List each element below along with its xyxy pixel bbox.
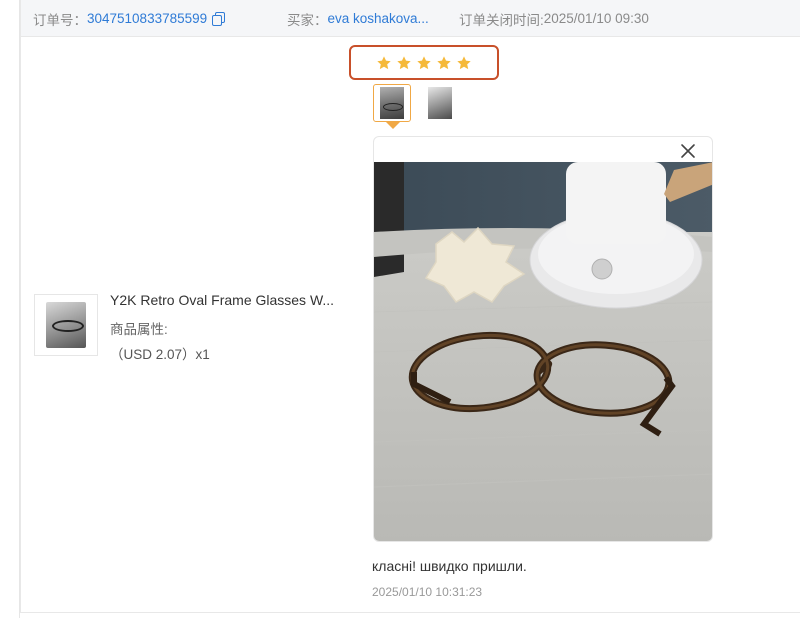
- close-time-value: 2025/01/10 09:30: [543, 11, 649, 26]
- copy-icon[interactable]: [212, 12, 226, 26]
- close-icon[interactable]: [678, 141, 698, 161]
- star-icon: [397, 55, 411, 69]
- left-rail: [0, 0, 20, 618]
- product-image: [46, 302, 86, 348]
- product-price: （USD 2.07）x1: [110, 347, 210, 362]
- star-icon: [377, 55, 391, 69]
- order-number-label: 订单号：: [33, 12, 87, 28]
- review-image-thumb-2[interactable]: [421, 84, 459, 122]
- star-icon: [417, 55, 431, 69]
- order-header: 订单号： 3047510833785599 买家： eva koshakova.…: [21, 0, 800, 37]
- buyer-group: 买家： eva koshakova...: [287, 0, 429, 37]
- review-image-1: [380, 87, 404, 119]
- order-number-link[interactable]: 3047510833785599: [87, 11, 207, 26]
- review-image-thumb-1[interactable]: [373, 84, 411, 122]
- review-time: 2025/01/10 10:31:23: [372, 585, 483, 599]
- active-thumb-caret: [386, 122, 400, 129]
- product-attributes-label: 商品属性:: [110, 322, 168, 337]
- star-rating: [349, 45, 499, 80]
- glasses-photo: [374, 162, 712, 541]
- review-text: класні! швидко пришли.: [372, 558, 527, 574]
- star-icon: [457, 55, 471, 69]
- product-title[interactable]: Y2K Retro Oval Frame Glasses W...: [110, 292, 342, 308]
- review-card: 订单号： 3047510833785599 买家： eva koshakova.…: [20, 0, 800, 613]
- preview-photo: [374, 162, 712, 541]
- product-thumbnail[interactable]: [34, 294, 98, 356]
- close-time-label: 订单关闭时间:: [459, 12, 544, 28]
- review-image-2: [428, 87, 452, 119]
- buyer-label: 买家：: [287, 12, 328, 28]
- image-preview-panel: [373, 136, 713, 542]
- close-time-group: 订单关闭时间: 2025/01/10 09:30: [459, 0, 649, 37]
- order-number-group: 订单号： 3047510833785599: [33, 0, 226, 37]
- buyer-link[interactable]: eva koshakova...: [328, 11, 429, 26]
- star-icon: [437, 55, 451, 69]
